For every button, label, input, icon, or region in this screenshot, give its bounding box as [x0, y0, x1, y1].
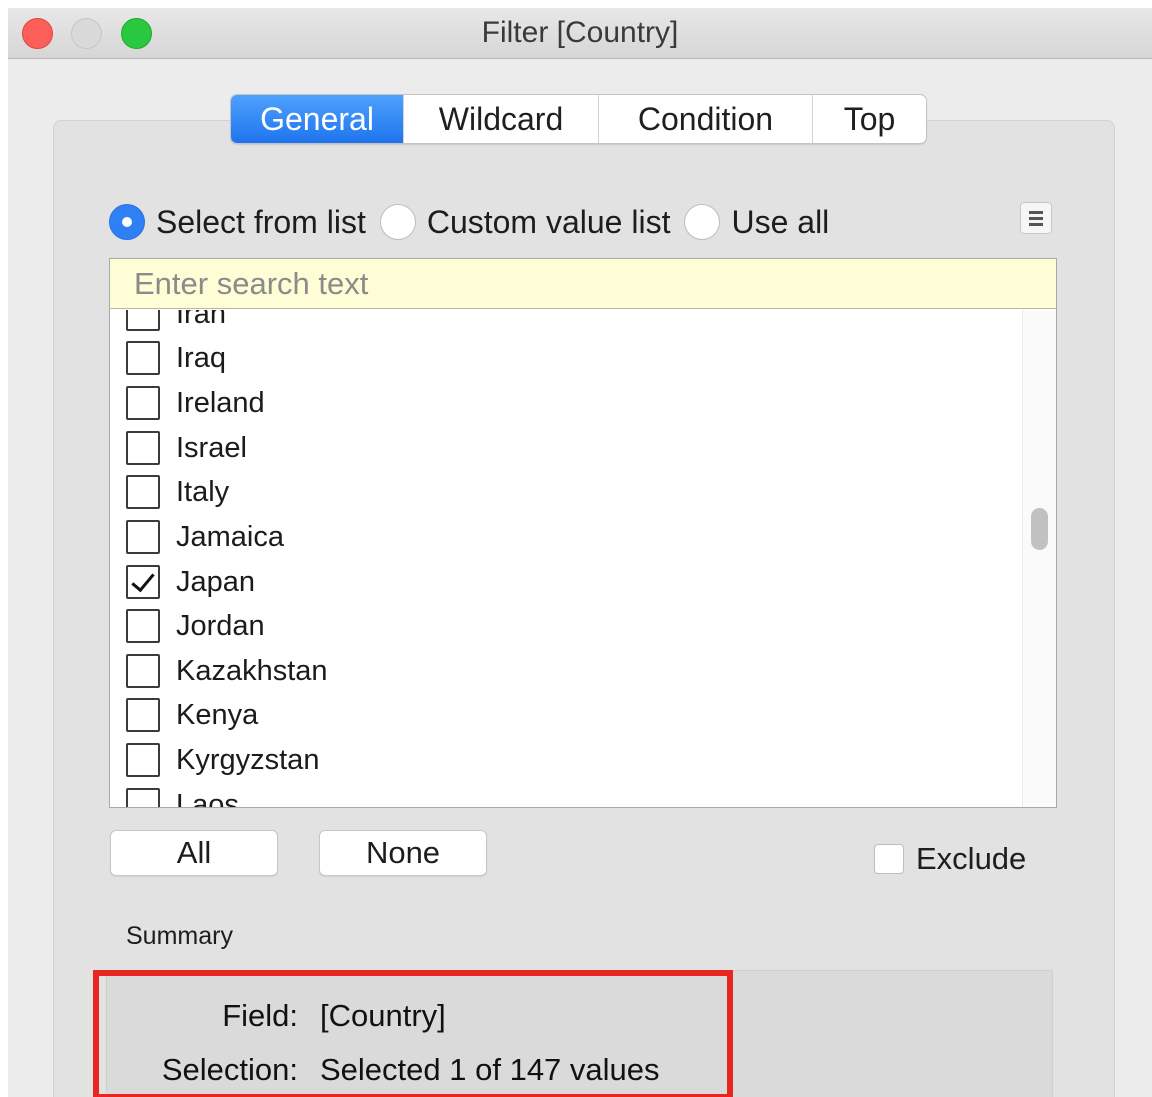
select-none-button[interactable]: None: [319, 830, 487, 876]
list-item-label: Laos: [176, 788, 239, 808]
exclude-label: Exclude: [916, 841, 1027, 876]
checkbox[interactable]: [126, 698, 160, 732]
title-bar: Filter [Country]: [8, 8, 1152, 59]
list-item-label: Kyrgyzstan: [176, 743, 320, 776]
select-from-list-radio[interactable]: [109, 204, 145, 240]
checkbox[interactable]: [126, 654, 160, 688]
mode-radio-group: Select from list Custom value list Use a…: [109, 200, 843, 244]
tab-wildcard[interactable]: Wildcard: [404, 95, 599, 143]
list-item[interactable]: Jordan: [126, 604, 265, 648]
list-item[interactable]: Iran: [126, 310, 226, 336]
checkmark-icon: [131, 567, 155, 593]
summary-heading: Summary: [126, 922, 233, 950]
scrollbar[interactable]: [1022, 310, 1056, 807]
select-all-button[interactable]: All: [110, 830, 278, 876]
tab-condition[interactable]: Condition: [599, 95, 813, 143]
custom-value-list-radio[interactable]: [379, 204, 416, 240]
checkbox[interactable]: [126, 386, 160, 420]
list-item[interactable]: Israel: [126, 426, 247, 470]
list-item-label: Iraq: [176, 341, 226, 374]
checkbox[interactable]: [126, 743, 160, 777]
tab-bar: General Wildcard Condition Top: [230, 94, 927, 144]
list-item[interactable]: Laos: [126, 783, 239, 807]
list-item-label: Jamaica: [176, 520, 284, 553]
search-input[interactable]: [110, 259, 1056, 309]
tab-top[interactable]: Top: [813, 95, 926, 143]
select-from-list-label[interactable]: Select from list: [156, 204, 366, 241]
list-item[interactable]: Italy: [126, 470, 229, 514]
exclude-option[interactable]: Exclude: [874, 840, 1026, 878]
list-item[interactable]: Jamaica: [126, 515, 284, 559]
checkbox[interactable]: [126, 431, 160, 465]
checkbox[interactable]: [126, 310, 160, 331]
scrollbar-thumb[interactable]: [1031, 508, 1048, 550]
list-item-label: Kenya: [176, 698, 259, 731]
checkbox[interactable]: [126, 609, 160, 643]
value-items: Iran Iraq Ireland Israel Italy Jamaica J…: [110, 310, 1022, 807]
custom-value-list-label[interactable]: Custom value list: [427, 204, 671, 241]
checkbox[interactable]: [126, 788, 160, 807]
list-menu-icon[interactable]: [1020, 202, 1052, 234]
checkbox[interactable]: [126, 341, 160, 375]
window-title: Filter [Country]: [481, 16, 679, 49]
exclude-checkbox[interactable]: [874, 844, 904, 874]
list-item[interactable]: Japan: [126, 560, 255, 604]
list-item-label: Jordan: [176, 609, 265, 642]
list-item[interactable]: Iraq: [126, 336, 226, 380]
list-item[interactable]: Kyrgyzstan: [126, 738, 319, 782]
use-all-radio[interactable]: [684, 204, 721, 240]
list-item-label: Iran: [176, 310, 226, 330]
highlight-annotation: [93, 970, 733, 1097]
tab-general[interactable]: General: [231, 95, 404, 143]
checkbox[interactable]: [126, 475, 160, 509]
list-item[interactable]: Kazakhstan: [126, 649, 328, 693]
list-item[interactable]: Kenya: [126, 693, 258, 737]
list-item-label: Ireland: [176, 386, 265, 419]
list-item-label: Japan: [176, 565, 256, 598]
list-item-label: Italy: [176, 475, 230, 508]
list-item-label: Kazakhstan: [176, 654, 328, 687]
value-list: Iran Iraq Ireland Israel Italy Jamaica J…: [109, 258, 1057, 808]
checkbox[interactable]: [126, 520, 160, 554]
checkbox-checked[interactable]: [126, 565, 160, 599]
list-item[interactable]: Ireland: [126, 381, 265, 425]
list-item-label: Israel: [176, 431, 247, 464]
filter-dialog: Filter [Country] General Wildcard Condit…: [8, 8, 1152, 1097]
use-all-label[interactable]: Use all: [731, 204, 829, 241]
